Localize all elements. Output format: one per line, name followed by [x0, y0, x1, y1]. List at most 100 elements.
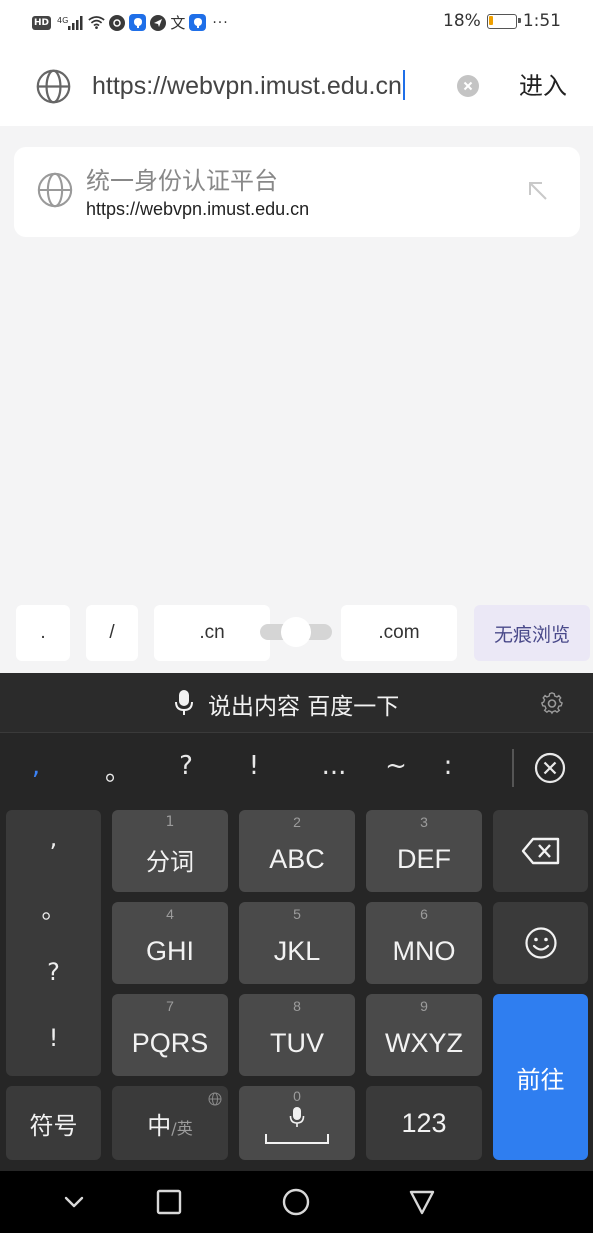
side-punct-comma[interactable]: ,	[6, 824, 101, 852]
status-right: 18% 1:51	[443, 11, 561, 31]
punct-exclaim[interactable]: !	[234, 751, 274, 781]
url-input-value: https://webvpn.imust.edu.cn	[92, 72, 402, 100]
side-punct-period[interactable]: 。	[6, 890, 101, 925]
quick-key-slash[interactable]: /	[86, 605, 138, 661]
backspace-icon	[521, 837, 559, 865]
backspace-key[interactable]	[493, 810, 588, 892]
url-input[interactable]: https://webvpn.imust.edu.cn	[92, 68, 442, 104]
recent-apps-square-icon[interactable]	[154, 1187, 184, 1217]
punct-ellipsis[interactable]: ...	[314, 751, 354, 781]
key-9-wxyz[interactable]: 9 WXYZ	[366, 994, 482, 1076]
key-number: 3	[420, 814, 428, 830]
home-circle-icon[interactable]	[281, 1187, 311, 1217]
side-punct-question[interactable]: ?	[6, 958, 101, 986]
microphone-icon	[289, 1107, 305, 1127]
voice-input-bar[interactable]: 说出内容 百度一下	[0, 673, 593, 733]
gear-icon[interactable]	[540, 691, 564, 715]
key-number: 4	[166, 906, 174, 922]
microphone-icon	[175, 690, 193, 715]
globe-icon	[36, 69, 71, 104]
punct-colon[interactable]: :	[428, 751, 468, 781]
punct-comma[interactable]: ,	[16, 751, 56, 781]
back-triangle-icon[interactable]	[407, 1187, 437, 1217]
key-number: 8	[293, 998, 301, 1014]
fill-arrow-icon[interactable]	[526, 179, 550, 203]
url-suggestion-item[interactable]: 统一身份认证平台 https://webvpn.imust.edu.cn	[14, 147, 580, 237]
keyboard: 说出内容 百度一下 , 。 ? ! ... ~ : , 。 ? ! 1 分词 2…	[0, 673, 593, 1171]
quick-key-cn[interactable]: .cn	[154, 605, 270, 661]
address-bar: https://webvpn.imust.edu.cn 进入	[0, 46, 593, 126]
key-number: 2	[293, 814, 301, 830]
key-6-mno[interactable]: 6 MNO	[366, 902, 482, 984]
quick-input-bar: . / .cn .com 无痕浏览	[0, 605, 593, 665]
key-label: 分词	[146, 847, 194, 876]
quick-key-dot[interactable]: .	[16, 605, 70, 661]
go-enter-key[interactable]: 前往	[493, 994, 588, 1160]
back-chevron-icon[interactable]	[59, 1187, 89, 1217]
key-label: JKL	[273, 935, 321, 966]
space-bar-symbol	[265, 1134, 329, 1144]
wifi-icon	[88, 16, 105, 29]
status-left: HD 4G 文 ···	[32, 12, 229, 33]
key-5-jkl[interactable]: 5 JKL	[239, 902, 355, 984]
punct-tilde[interactable]: ~	[376, 751, 416, 781]
key-number: 0	[293, 1088, 301, 1104]
key-label: MNO	[392, 935, 456, 966]
punct-divider	[512, 749, 514, 787]
key-number: 9	[420, 998, 428, 1014]
numeric-mode-key[interactable]: 123	[366, 1086, 482, 1160]
key-label: TUV	[270, 1027, 324, 1058]
side-punctuation-column: , 。 ? !	[6, 810, 101, 1076]
key-3-def[interactable]: 3 DEF	[366, 810, 482, 892]
key-label: ABC	[269, 843, 325, 874]
punctuation-row: , 。 ? ! ... ~ :	[0, 733, 593, 808]
key-number: 7	[166, 998, 174, 1014]
punct-question[interactable]: ?	[166, 751, 206, 781]
network-type: 4G	[57, 15, 69, 25]
key-label: WXYZ	[385, 1027, 463, 1058]
key-label: PQRS	[131, 1027, 209, 1058]
cell-signal-icon: 4G	[55, 15, 84, 30]
clear-input-button[interactable]	[457, 75, 479, 97]
key-2-abc[interactable]: 2 ABC	[239, 810, 355, 892]
globe-icon	[37, 172, 73, 208]
hd-badge: HD	[32, 15, 52, 30]
side-punct-exclaim[interactable]: !	[6, 1024, 101, 1052]
send-notification-icon	[150, 14, 167, 31]
key-1-fenci[interactable]: 1 分词	[112, 810, 228, 892]
voice-input-prompt: 说出内容 百度一下	[208, 694, 400, 720]
app-notification-icon-2	[189, 14, 207, 31]
app-notification-icon	[129, 14, 147, 31]
key-number: 6	[420, 906, 428, 922]
close-icon	[463, 81, 473, 91]
go-button[interactable]: 进入	[519, 70, 567, 102]
clock: 1:51	[522, 11, 561, 31]
incognito-button[interactable]: 无痕浏览	[474, 605, 590, 661]
language-switch-key[interactable]: 中/英	[112, 1086, 228, 1160]
close-circle-icon[interactable]	[534, 752, 566, 784]
quick-key-com[interactable]: .com	[341, 605, 457, 661]
key-number: 1	[165, 814, 175, 830]
space-key[interactable]: 0	[239, 1086, 355, 1160]
text-caret	[402, 70, 405, 100]
key-label: DEF	[397, 843, 451, 874]
status-bar: HD 4G 文 ··· 18% 1:51	[0, 0, 593, 46]
wen-notification-icon: 文	[170, 14, 186, 32]
key-label: GHI	[145, 935, 194, 966]
battery-percent: 18%	[443, 11, 481, 31]
drag-handle-icon[interactable]	[258, 617, 334, 647]
system-navigation-bar	[0, 1171, 593, 1233]
key-8-tuv[interactable]: 8 TUV	[239, 994, 355, 1076]
smiley-icon	[524, 927, 557, 959]
suggestion-url: https://webvpn.imust.edu.cn	[86, 199, 310, 219]
browser-notification-icon	[109, 14, 126, 31]
key-4-ghi[interactable]: 4 GHI	[112, 902, 228, 984]
key-number: 5	[293, 906, 301, 922]
punct-period[interactable]: 。	[98, 751, 138, 788]
lang-sub-label: /英	[171, 1119, 193, 1138]
symbol-key[interactable]: 符号	[6, 1086, 101, 1160]
emoji-key[interactable]	[493, 902, 588, 984]
key-7-pqrs[interactable]: 7 PQRS	[112, 994, 228, 1076]
battery-fill	[489, 16, 494, 25]
more-notifications-indicator: ···	[212, 14, 229, 31]
